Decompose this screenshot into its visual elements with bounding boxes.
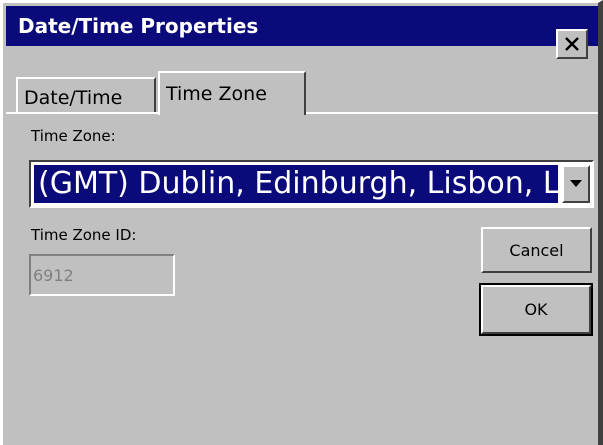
ok-button-label: OK [524, 300, 548, 319]
tab-date-time[interactable]: Date/Time [16, 77, 156, 113]
cancel-button[interactable]: Cancel [481, 227, 592, 273]
cancel-button-label: Cancel [509, 240, 564, 260]
time-zone-id-label: Time Zone ID: [31, 226, 137, 244]
close-icon [565, 37, 579, 51]
tab-label: Date/Time [24, 87, 123, 109]
dialog-window: Date/Time Properties Date/Time Time Zone… [0, 0, 603, 445]
ok-button[interactable]: OK [479, 283, 593, 336]
tab-label: Time Zone [166, 83, 267, 105]
chevron-down-icon [570, 180, 582, 187]
tab-time-zone[interactable]: Time Zone [158, 71, 306, 115]
time-zone-selected-value[interactable]: (GMT) Dublin, Edinburgh, Lisbon, London [34, 165, 558, 203]
tab-strip: Date/Time Time Zone [6, 71, 598, 115]
time-zone-id-field[interactable] [29, 254, 175, 296]
time-zone-label: Time Zone: [31, 127, 116, 145]
close-button[interactable] [556, 29, 588, 59]
window-title: Date/Time Properties [18, 14, 259, 38]
time-zone-dropdown[interactable]: (GMT) Dublin, Edinburgh, Lisbon, London [29, 160, 594, 208]
dropdown-button[interactable] [562, 165, 590, 203]
title-bar: Date/Time Properties [6, 6, 598, 46]
